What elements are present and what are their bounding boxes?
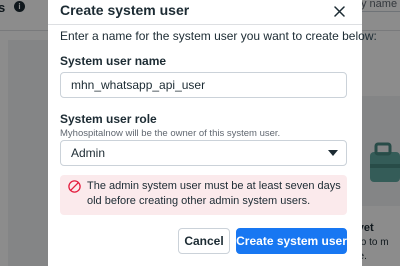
system-user-name-input[interactable]: mhn_whatsapp_api_user xyxy=(60,72,347,98)
close-button[interactable] xyxy=(328,0,350,22)
error-alert: The admin system user must be at least s… xyxy=(60,175,347,215)
error-icon xyxy=(68,180,81,193)
system-user-role-sublabel: Myhospitalnow will be the owner of this … xyxy=(60,128,281,139)
system-user-name-label: System user name xyxy=(60,54,167,68)
error-alert-text: The admin system user must be at least s… xyxy=(87,180,341,207)
system-user-role-label: System user role xyxy=(60,112,157,126)
create-system-user-dialog: Create system user Enter a name for the … xyxy=(48,0,377,266)
dialog-header-divider xyxy=(48,24,362,25)
dialog-intro-text: Enter a name for the system user you wan… xyxy=(60,29,377,43)
cancel-button[interactable]: Cancel xyxy=(178,228,230,254)
dialog-title: Create system user xyxy=(60,2,190,18)
system-user-role-select[interactable]: Admin xyxy=(60,140,347,166)
close-icon xyxy=(333,5,345,17)
caret-down-icon xyxy=(328,150,338,156)
role-select-value: Admin xyxy=(71,146,106,160)
create-system-user-button[interactable]: Create system user xyxy=(236,228,347,254)
